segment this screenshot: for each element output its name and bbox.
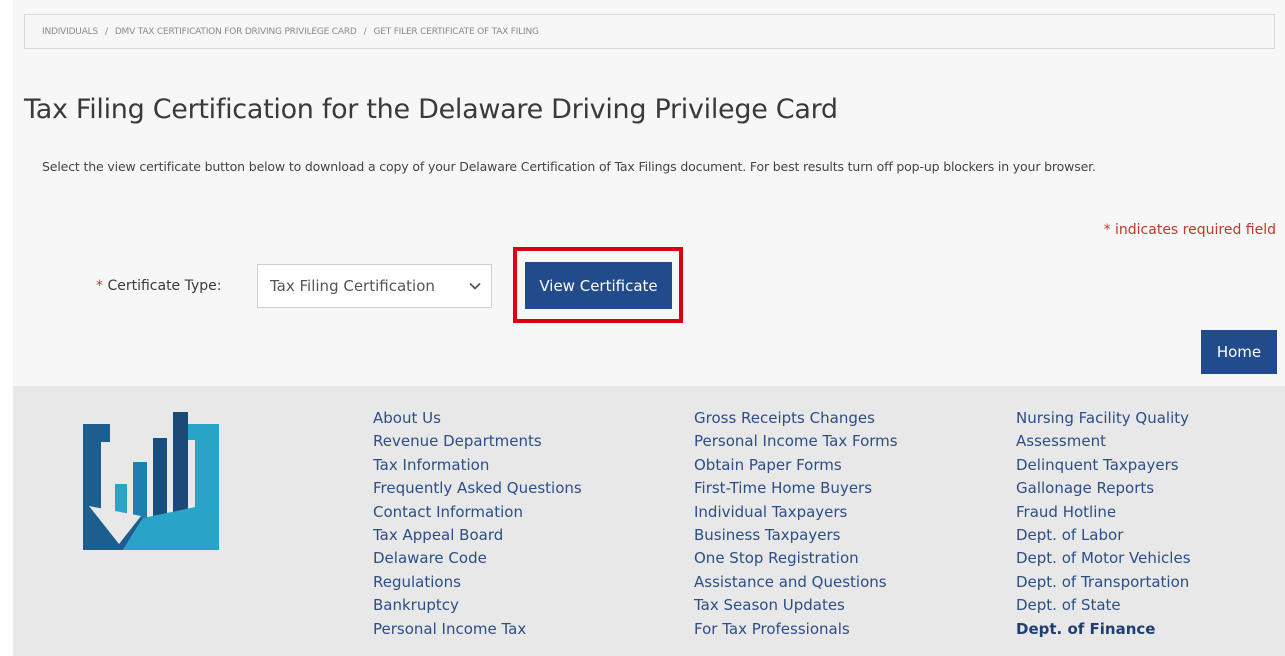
- footer: About Us Revenue Departments Tax Informa…: [13, 386, 1285, 656]
- footer-link-gallonage-reports[interactable]: Gallonage Reports: [1016, 477, 1191, 500]
- footer-link-delaware-code[interactable]: Delaware Code: [373, 547, 582, 570]
- certificate-type-select[interactable]: Tax Filing Certification: [257, 264, 492, 308]
- footer-link-dept-of-state[interactable]: Dept. of State: [1016, 594, 1191, 617]
- certificate-type-label-text: Certificate Type:: [107, 278, 222, 294]
- footer-link-for-tax-professionals[interactable]: For Tax Professionals: [694, 618, 898, 641]
- footer-link-individual-taxpayers[interactable]: Individual Taxpayers: [694, 501, 898, 524]
- footer-link-one-stop-registration[interactable]: One Stop Registration: [694, 547, 898, 570]
- footer-link-dept-of-transportation[interactable]: Dept. of Transportation: [1016, 571, 1191, 594]
- breadcrumb-separator: /: [104, 26, 108, 37]
- footer-link-fraud-hotline[interactable]: Fraud Hotline: [1016, 501, 1191, 524]
- page-container: INDIVIDUALS / DMV TAX CERTIFICATION FOR …: [13, 0, 1285, 656]
- footer-links-column-2: Gross Receipts Changes Personal Income T…: [694, 407, 898, 641]
- breadcrumb-item-current: GET FILER CERTIFICATE OF TAX FILING: [373, 26, 539, 37]
- footer-link-dept-of-motor-vehicles[interactable]: Dept. of Motor Vehicles: [1016, 547, 1191, 570]
- footer-link-dept-of-labor[interactable]: Dept. of Labor: [1016, 524, 1191, 547]
- certificate-type-selected-value: Tax Filing Certification: [270, 277, 435, 295]
- footer-link-personal-income-tax[interactable]: Personal Income Tax: [373, 618, 582, 641]
- footer-link-business-taxpayers[interactable]: Business Taxpayers: [694, 524, 898, 547]
- footer-links-column-1: About Us Revenue Departments Tax Informa…: [373, 407, 582, 641]
- footer-link-delinquent-taxpayers[interactable]: Delinquent Taxpayers: [1016, 454, 1191, 477]
- footer-link-faq[interactable]: Frequently Asked Questions: [373, 477, 582, 500]
- footer-links-column-3: Nursing Facility Quality Assessment Deli…: [1016, 407, 1191, 641]
- footer-link-nursing-facility-quality[interactable]: Nursing Facility Quality: [1016, 407, 1191, 430]
- breadcrumb-separator: /: [363, 26, 367, 37]
- home-button[interactable]: Home: [1201, 330, 1277, 374]
- delaware-revenue-logo-icon: [83, 412, 219, 550]
- view-certificate-button[interactable]: View Certificate: [525, 262, 672, 309]
- footer-link-nursing-facility-assessment[interactable]: Assessment: [1016, 430, 1191, 453]
- footer-link-regulations[interactable]: Regulations: [373, 571, 582, 594]
- footer-link-tax-appeal-board[interactable]: Tax Appeal Board: [373, 524, 582, 547]
- footer-link-dept-of-finance[interactable]: Dept. of Finance: [1016, 618, 1191, 641]
- footer-link-gross-receipts-changes[interactable]: Gross Receipts Changes: [694, 407, 898, 430]
- footer-link-revenue-departments[interactable]: Revenue Departments: [373, 430, 582, 453]
- breadcrumb: INDIVIDUALS / DMV TAX CERTIFICATION FOR …: [24, 14, 1275, 49]
- footer-link-bankruptcy[interactable]: Bankruptcy: [373, 594, 582, 617]
- footer-link-obtain-paper-forms[interactable]: Obtain Paper Forms: [694, 454, 898, 477]
- footer-link-assistance-and-questions[interactable]: Assistance and Questions: [694, 571, 898, 594]
- required-field-note: * indicates required field: [1103, 222, 1276, 238]
- chevron-down-icon: [469, 282, 481, 290]
- required-marker: *: [96, 278, 103, 294]
- footer-link-first-time-home-buyers[interactable]: First-Time Home Buyers: [694, 477, 898, 500]
- footer-link-tax-information[interactable]: Tax Information: [373, 454, 582, 477]
- certificate-type-label: * Certificate Type:: [96, 278, 222, 294]
- footer-link-personal-income-tax-forms[interactable]: Personal Income Tax Forms: [694, 430, 898, 453]
- footer-link-contact-information[interactable]: Contact Information: [373, 501, 582, 524]
- breadcrumb-item-individuals[interactable]: INDIVIDUALS: [42, 27, 98, 37]
- footer-link-tax-season-updates[interactable]: Tax Season Updates: [694, 594, 898, 617]
- footer-link-about-us[interactable]: About Us: [373, 407, 582, 430]
- page-title: Tax Filing Certification for the Delawar…: [24, 94, 838, 125]
- breadcrumb-item-dmv-tax-certification[interactable]: DMV TAX CERTIFICATION FOR DRIVING PRIVIL…: [115, 27, 357, 37]
- instructions-text: Select the view certificate button below…: [42, 159, 1096, 174]
